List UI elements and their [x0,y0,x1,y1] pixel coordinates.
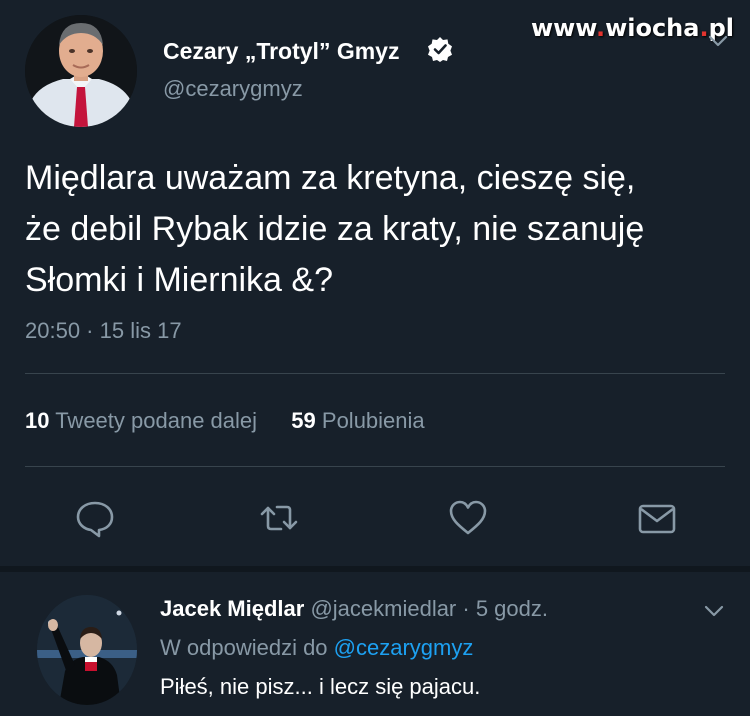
retweets-stat[interactable]: 10 Tweety podane dalej [25,408,257,433]
reply-icon[interactable] [75,498,115,538]
reply-context: W odpowiedzi do @cezarygmyz [160,635,474,660]
reply-timestamp[interactable]: 5 godz. [476,596,548,621]
watermark: www.wiocha.pl [530,14,734,42]
retweet-icon[interactable] [259,498,299,538]
author-name[interactable]: Cezary „Trotyl” Gmyz [163,38,399,65]
tweet-text-line: Międlara uważam za kretyna, cieszę się, [25,159,636,197]
divider [25,466,725,467]
author-avatar-image [25,15,137,127]
tweet-text: Międlara uważam za kretyna, cieszę się, … [25,153,725,306]
author-avatar[interactable] [25,15,137,127]
likes-stat[interactable]: 59 Polubienia [291,408,424,433]
reply-author-avatar[interactable] [37,595,137,705]
reply-text: Piłeś, nie pisz... i lecz się pajacu. [160,674,481,699]
like-icon[interactable] [448,498,488,538]
engagement-stats: 10 Tweety podane dalej 59 Polubienia [25,408,425,434]
tweet-text-line: Słomki i Miernika &? [25,261,333,299]
tweet-menu-chevron-icon[interactable] [708,34,728,48]
tweet-timestamp[interactable]: 20:50 · 15 lis 17 [25,318,182,344]
message-icon[interactable] [637,498,677,538]
verified-badge-icon [428,37,452,62]
reply-mention-link[interactable]: @cezarygmyz [334,635,474,660]
author-handle[interactable]: @cezarygmyz [163,76,303,102]
reply-header: Jacek Międlar @jacekmiedlar · 5 godz. [160,596,548,621]
reply-author-name[interactable]: Jacek Międlar [160,596,304,621]
tweet-text-line: że debil Rybak idzie za kraty, nie szanu… [25,210,645,248]
section-separator [0,566,750,572]
reply-author-handle[interactable]: @jacekmiedlar [310,596,456,621]
divider [25,373,725,374]
reply-avatar-image [37,595,137,705]
reply-menu-chevron-icon[interactable] [704,604,724,618]
